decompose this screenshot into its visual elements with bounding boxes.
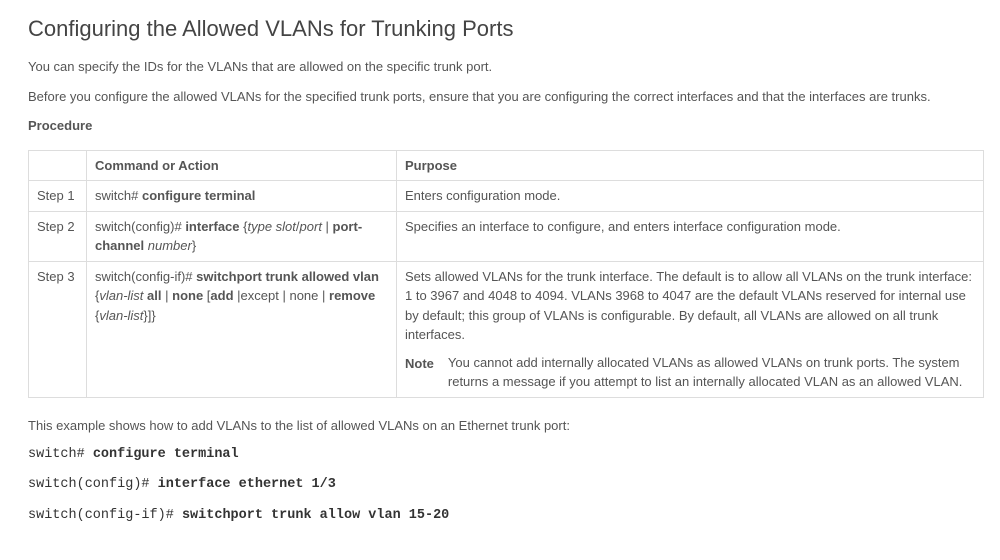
table-row: Step 1 switch# configure terminal Enters… — [29, 181, 984, 212]
cmd-text: | — [162, 288, 173, 303]
cli-line: switch# configure terminal — [28, 445, 972, 465]
cmd-prefix: switch# — [95, 188, 142, 203]
cmd-italic: port — [300, 219, 322, 234]
cli-prompt: switch(config)# — [28, 477, 158, 492]
cmd-italic: number — [148, 238, 192, 253]
intro-paragraph-1: You can specify the IDs for the VLANs th… — [28, 57, 972, 77]
cli-command: switchport trunk allow vlan 15-20 — [182, 508, 449, 523]
table-header-purpose: Purpose — [397, 150, 984, 181]
cmd-italic: type slot — [247, 219, 295, 234]
cmd-text: | — [322, 219, 333, 234]
example-block: This example shows how to add VLANs to t… — [28, 416, 972, 526]
cli-prompt: switch(config-if)# — [28, 508, 182, 523]
cli-prompt: switch# — [28, 447, 93, 462]
cli-line: switch(config)# interface ethernet 1/3 — [28, 475, 972, 495]
cmd-text: | — [322, 288, 329, 303]
step-cell: Step 3 — [29, 261, 87, 397]
note-label: Note — [405, 353, 434, 374]
cmd-prefix: switch(config)# — [95, 219, 185, 234]
cmd-text: none — [289, 288, 322, 303]
example-intro: This example shows how to add VLANs to t… — [28, 416, 972, 436]
cmd-bold: interface — [185, 219, 239, 234]
cmd-bold: all — [147, 288, 161, 303]
page-title: Configuring the Allowed VLANs for Trunki… — [28, 12, 972, 45]
cmd-bold: add — [210, 288, 233, 303]
purpose-cell: Enters configuration mode. — [397, 181, 984, 212]
command-cell: switch(config-if)# switchport trunk allo… — [87, 261, 397, 397]
procedure-label: Procedure — [28, 116, 972, 136]
purpose-cell: Sets allowed VLANs for the trunk interfa… — [397, 261, 984, 397]
table-row: Step 3 switch(config-if)# switchport tru… — [29, 261, 984, 397]
cli-command: interface ethernet 1/3 — [158, 477, 336, 492]
cmd-text: }]} — [143, 308, 155, 323]
purpose-text: Sets allowed VLANs for the trunk interfa… — [405, 267, 975, 345]
table-header-blank — [29, 150, 87, 181]
cmd-bold: configure terminal — [142, 188, 255, 203]
table-row: Step 2 switch(config)# interface {type s… — [29, 211, 984, 261]
cli-command: configure terminal — [93, 447, 239, 462]
cmd-italic: vlan-list — [99, 308, 143, 323]
cmd-prefix: switch(config-if)# — [95, 269, 196, 284]
table-header-command: Command or Action — [87, 150, 397, 181]
note-block: Note You cannot add internally allocated… — [405, 353, 975, 392]
purpose-cell: Specifies an interface to configure, and… — [397, 211, 984, 261]
cmd-text: except — [241, 288, 283, 303]
cmd-text: } — [192, 238, 196, 253]
intro-paragraph-2: Before you configure the allowed VLANs f… — [28, 87, 972, 107]
cmd-bold: remove — [329, 288, 375, 303]
note-text: You cannot add internally allocated VLAN… — [448, 353, 975, 392]
procedure-table: Command or Action Purpose Step 1 switch#… — [28, 150, 984, 398]
cmd-bold: none — [172, 288, 203, 303]
cmd-italic: vlan-list — [99, 288, 143, 303]
cmd-bold: switchport trunk allowed vlan — [196, 269, 379, 284]
command-cell: switch# configure terminal — [87, 181, 397, 212]
step-cell: Step 1 — [29, 181, 87, 212]
cli-line: switch(config-if)# switchport trunk allo… — [28, 506, 972, 526]
cmd-text: | — [234, 288, 241, 303]
command-cell: switch(config)# interface {type slot/por… — [87, 211, 397, 261]
step-cell: Step 2 — [29, 211, 87, 261]
